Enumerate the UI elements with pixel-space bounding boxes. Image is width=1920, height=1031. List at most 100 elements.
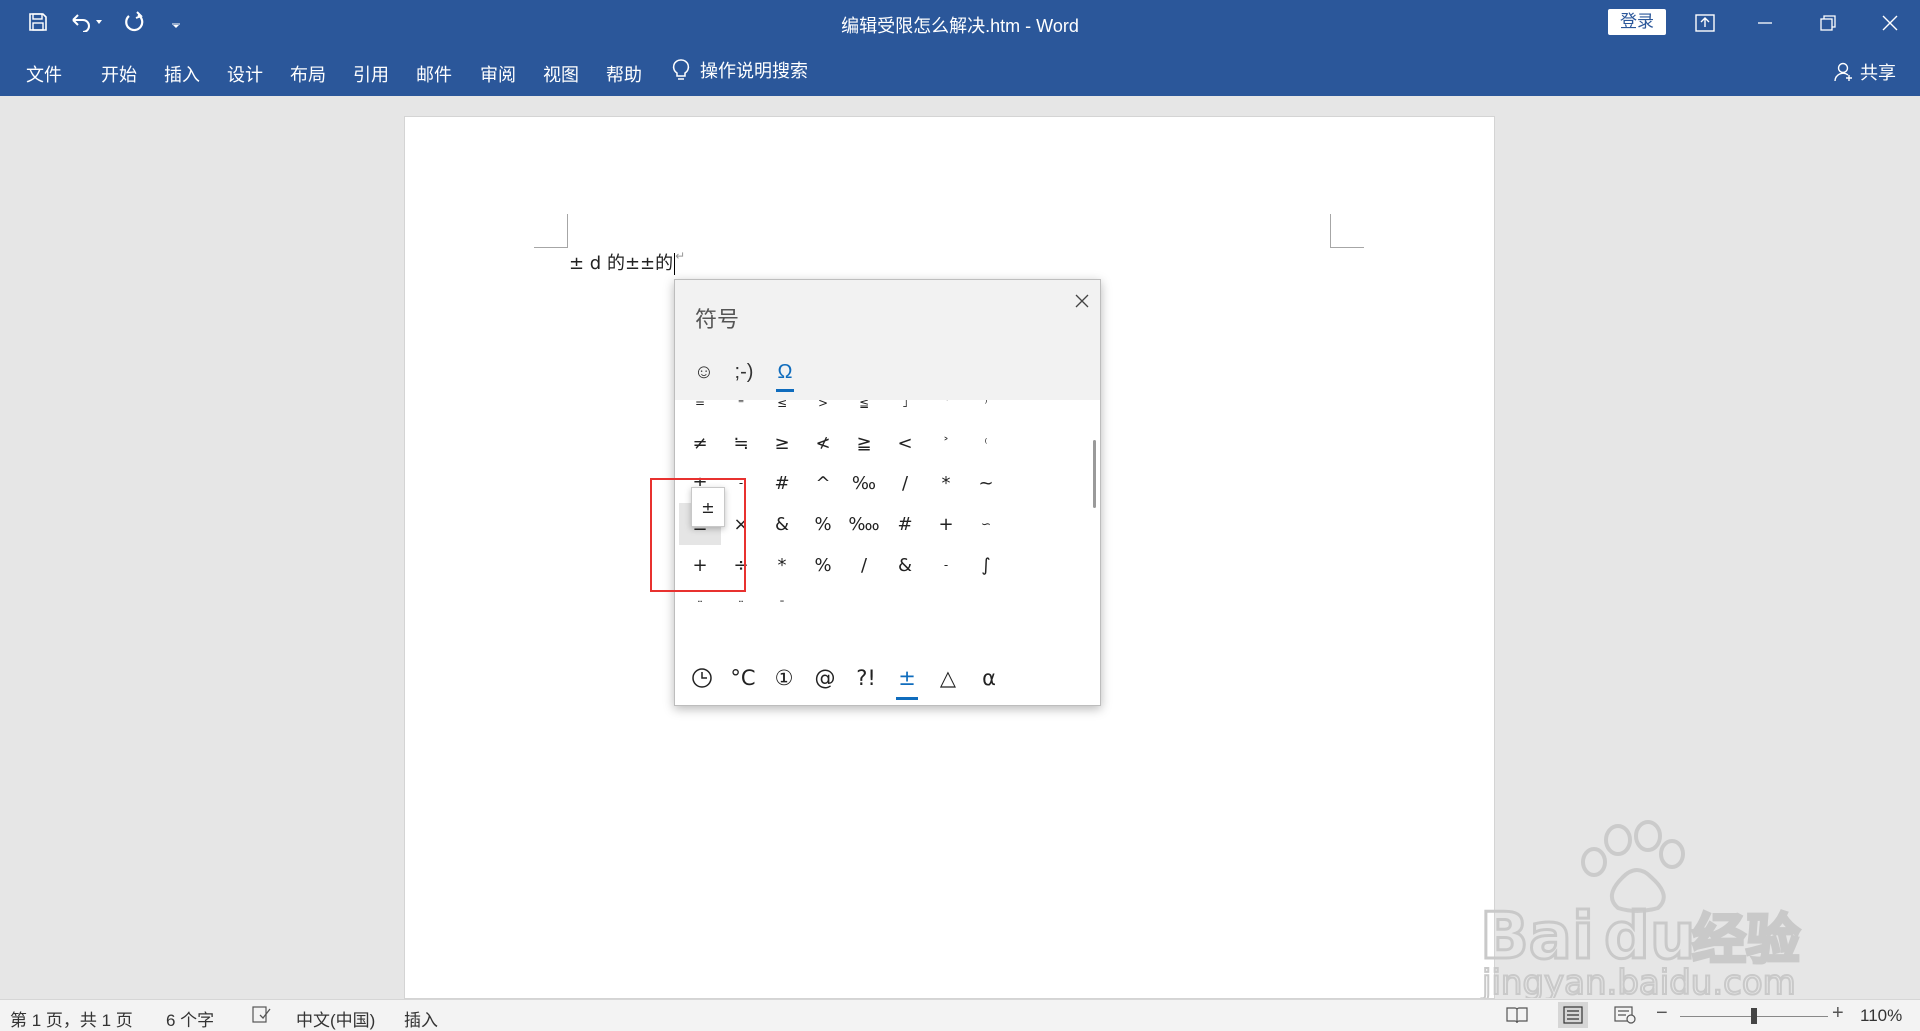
- symbol-cell[interactable]: ⁽: [965, 422, 1007, 464]
- symbol-cell[interactable]: ≮: [802, 422, 844, 464]
- symbol-cell[interactable]: ≒: [720, 422, 762, 464]
- footer-tab-units[interactable]: °C: [721, 658, 765, 698]
- share-button[interactable]: 共享: [1834, 59, 1896, 85]
- symbol-cell[interactable]: -: [925, 544, 967, 586]
- footer-tab-greek[interactable]: α: [967, 658, 1011, 698]
- footer-tab-enclosed[interactable]: ①: [762, 658, 806, 698]
- login-button[interactable]: 登录: [1608, 9, 1666, 35]
- symbol-grid-scrollbar[interactable]: [1093, 440, 1096, 508]
- web-layout-icon: [1614, 1006, 1636, 1024]
- page-count[interactable]: 第 1 页，共 1 页: [10, 1006, 133, 1031]
- zoom-out-button[interactable]: −: [1656, 1002, 1668, 1025]
- footer-tab-math[interactable]: ±: [885, 658, 929, 700]
- footer-tab-at[interactable]: @: [803, 658, 847, 698]
- title-bar: 编辑受限怎么解决.htm - Word 登录: [0, 0, 1920, 45]
- omega-icon: Ω: [777, 360, 793, 383]
- proofing-icon: [252, 1006, 271, 1023]
- save-button[interactable]: [24, 8, 52, 36]
- symbol-cell[interactable]: ^: [802, 462, 844, 504]
- tab-references[interactable]: 引用: [353, 61, 389, 87]
- symbol-cell[interactable]: ≧: [843, 422, 885, 464]
- symbol-cell[interactable]: <: [884, 422, 926, 464]
- symbol-cell[interactable]: %: [802, 544, 844, 586]
- symbol-cell[interactable]: %: [802, 503, 844, 545]
- tab-review[interactable]: 审阅: [480, 61, 516, 87]
- ribbon-display-options-button[interactable]: [1675, 0, 1735, 45]
- category-tab-symbols[interactable]: Ω: [766, 352, 804, 392]
- symbol-cell[interactable]: +: [925, 503, 967, 545]
- symbol-cell[interactable]: [884, 585, 926, 627]
- close-button[interactable]: [1860, 0, 1920, 45]
- symbol-cell[interactable]: ~: [965, 462, 1007, 504]
- symbol-cell[interactable]: *: [925, 462, 967, 504]
- clock-icon: [692, 668, 712, 688]
- symbol-cell[interactable]: ∫: [965, 544, 1007, 586]
- restore-button[interactable]: [1798, 0, 1858, 45]
- tab-insert[interactable]: 插入: [164, 61, 200, 87]
- symbol-cell[interactable]: [965, 585, 1007, 627]
- symbol-cell[interactable]: ≠: [679, 422, 721, 464]
- zoom-in-button[interactable]: +: [1832, 1002, 1844, 1025]
- undo-button[interactable]: [66, 8, 106, 36]
- language-indicator[interactable]: 中文(中国): [296, 1006, 375, 1031]
- symbol-cell[interactable]: ¯: [761, 585, 803, 627]
- page-layout-icon: [1563, 1006, 1583, 1024]
- zoom-level[interactable]: 110%: [1860, 1006, 1902, 1026]
- symbol-panel-close-button[interactable]: [1069, 288, 1095, 314]
- symbol-cell[interactable]: ‱: [843, 503, 885, 545]
- tab-help[interactable]: 帮助: [606, 61, 642, 87]
- symbol-cell[interactable]: ≤: [761, 400, 803, 424]
- print-layout-button[interactable]: [1558, 1002, 1588, 1028]
- tab-file[interactable]: 文件: [26, 61, 62, 87]
- symbol-cell[interactable]: #: [761, 462, 803, 504]
- category-tab-kaomoji[interactable]: ;-): [725, 352, 763, 392]
- symbol-cell[interactable]: ≦: [843, 400, 885, 424]
- symbol-cell[interactable]: *: [761, 544, 803, 586]
- customize-qat-button[interactable]: [162, 8, 190, 36]
- proofing-button[interactable]: [251, 1005, 273, 1025]
- symbol-cell[interactable]: =: [679, 400, 721, 424]
- symbol-cell[interactable]: ⁾: [965, 400, 1007, 424]
- footer-tab-punctuation[interactable]: ?!: [844, 658, 888, 698]
- symbol-cell[interactable]: ≥: [761, 422, 803, 464]
- ribbon-display-icon: [1695, 13, 1715, 32]
- tab-view[interactable]: 视图: [543, 61, 579, 87]
- symbol-cell[interactable]: ⁼: [720, 400, 762, 424]
- tab-home[interactable]: 开始: [101, 61, 137, 87]
- tab-design[interactable]: 设计: [227, 61, 263, 87]
- symbol-cell[interactable]: ∽: [965, 503, 1007, 545]
- symbol-cell[interactable]: [925, 585, 967, 627]
- symbol-cell[interactable]: [802, 585, 844, 627]
- insert-mode-indicator[interactable]: 插入: [404, 1006, 438, 1031]
- symbol-cell[interactable]: /: [884, 462, 926, 504]
- highlight-annotation: [650, 478, 746, 592]
- symbol-cell[interactable]: >: [802, 400, 844, 424]
- footer-tab-general[interactable]: [680, 658, 724, 698]
- margin-corner-top-right: [1330, 214, 1364, 248]
- symbol-cell[interactable]: [843, 585, 885, 627]
- category-tab-emoji[interactable]: ☺: [685, 352, 723, 392]
- symbol-cell[interactable]: &: [884, 544, 926, 586]
- footer-tab-geometric[interactable]: △: [926, 658, 970, 698]
- symbol-cell[interactable]: &: [761, 503, 803, 545]
- symbol-cell[interactable]: ˩: [884, 400, 926, 424]
- symbol-cell[interactable]: ˂: [925, 400, 967, 424]
- active-footer-indicator: [896, 697, 918, 700]
- document-text-line[interactable]: ± d 的±±的 ↵: [569, 249, 685, 275]
- symbol-cell[interactable]: #: [884, 503, 926, 545]
- close-icon: [1882, 15, 1898, 30]
- minimize-button[interactable]: [1735, 0, 1795, 45]
- symbol-cell[interactable]: ‰: [843, 462, 885, 504]
- undo-icon: [72, 14, 102, 32]
- tab-layout[interactable]: 布局: [290, 61, 326, 87]
- word-count[interactable]: 6 个字: [166, 1006, 214, 1031]
- symbol-cell[interactable]: /: [843, 544, 885, 586]
- web-layout-button[interactable]: [1614, 1005, 1636, 1025]
- redo-icon: [125, 11, 144, 32]
- read-mode-button[interactable]: [1506, 1005, 1528, 1025]
- redo-button[interactable]: [120, 8, 148, 36]
- tell-me-search[interactable]: 操作说明搜索: [672, 57, 808, 83]
- tab-mailings[interactable]: 邮件: [416, 61, 452, 87]
- symbol-cell[interactable]: ˃: [925, 422, 967, 464]
- zoom-slider-thumb[interactable]: [1751, 1008, 1757, 1024]
